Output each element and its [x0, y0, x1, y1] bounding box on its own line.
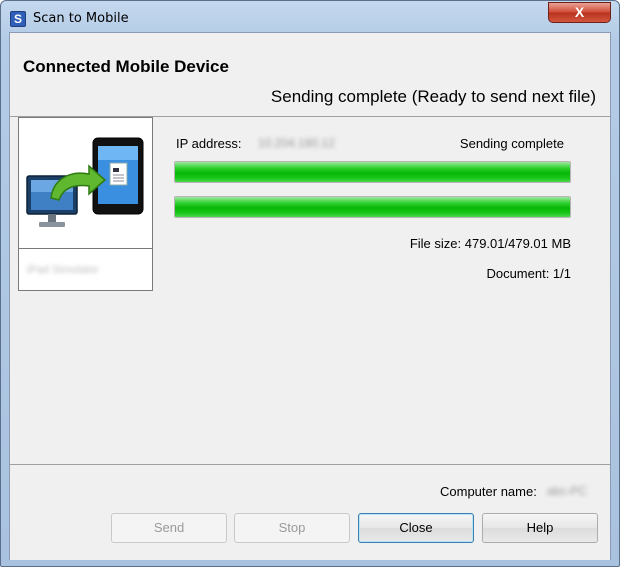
computer-to-tablet-icon: [26, 137, 144, 227]
window-title: Scan to Mobile: [33, 11, 129, 26]
total-progress-bar: [174, 196, 571, 218]
close-button[interactable]: Close: [358, 513, 474, 543]
document-count-text: Document: 1/1: [486, 266, 571, 281]
computer-name-label: Computer name:: [440, 484, 537, 499]
ip-address-label: IP address:: [176, 136, 242, 151]
dialog-header: Connected Mobile Device Sending complete…: [10, 33, 610, 117]
dialog-body: Connected Mobile Device Sending complete…: [9, 32, 611, 560]
title-bar[interactable]: S Scan to Mobile X: [1, 1, 619, 33]
scan-to-mobile-app-icon: S: [10, 11, 26, 27]
device-name: iPad Simulator: [27, 264, 99, 276]
transfer-panel: iPad Simulator IP address: 10.204.180.12…: [10, 117, 610, 465]
ip-address-value: 10.204.180.12: [258, 136, 335, 150]
device-card: iPad Simulator: [18, 117, 153, 291]
page-title: Connected Mobile Device: [23, 57, 229, 76]
send-status-text: Sending complete: [459, 136, 564, 151]
device-image-area: [19, 118, 152, 249]
computer-name-value: abc-PC: [547, 484, 588, 498]
connection-status-text: Sending complete (Ready to send next fil…: [270, 87, 596, 106]
file-progress-fill: [175, 162, 570, 182]
help-button[interactable]: Help: [482, 513, 598, 543]
dialog-footer: Computer name: abc-PC Send Stop Close He…: [10, 465, 610, 560]
file-progress-bar: [174, 161, 571, 183]
send-button[interactable]: Send: [111, 513, 227, 543]
app-window: S Scan to Mobile X Connected Mobile Devi…: [0, 0, 620, 567]
file-size-text: File size: 479.01/479.01 MB: [409, 236, 571, 251]
total-progress-fill: [175, 197, 570, 217]
window-close-button[interactable]: X: [548, 2, 611, 23]
stop-button[interactable]: Stop: [234, 513, 350, 543]
